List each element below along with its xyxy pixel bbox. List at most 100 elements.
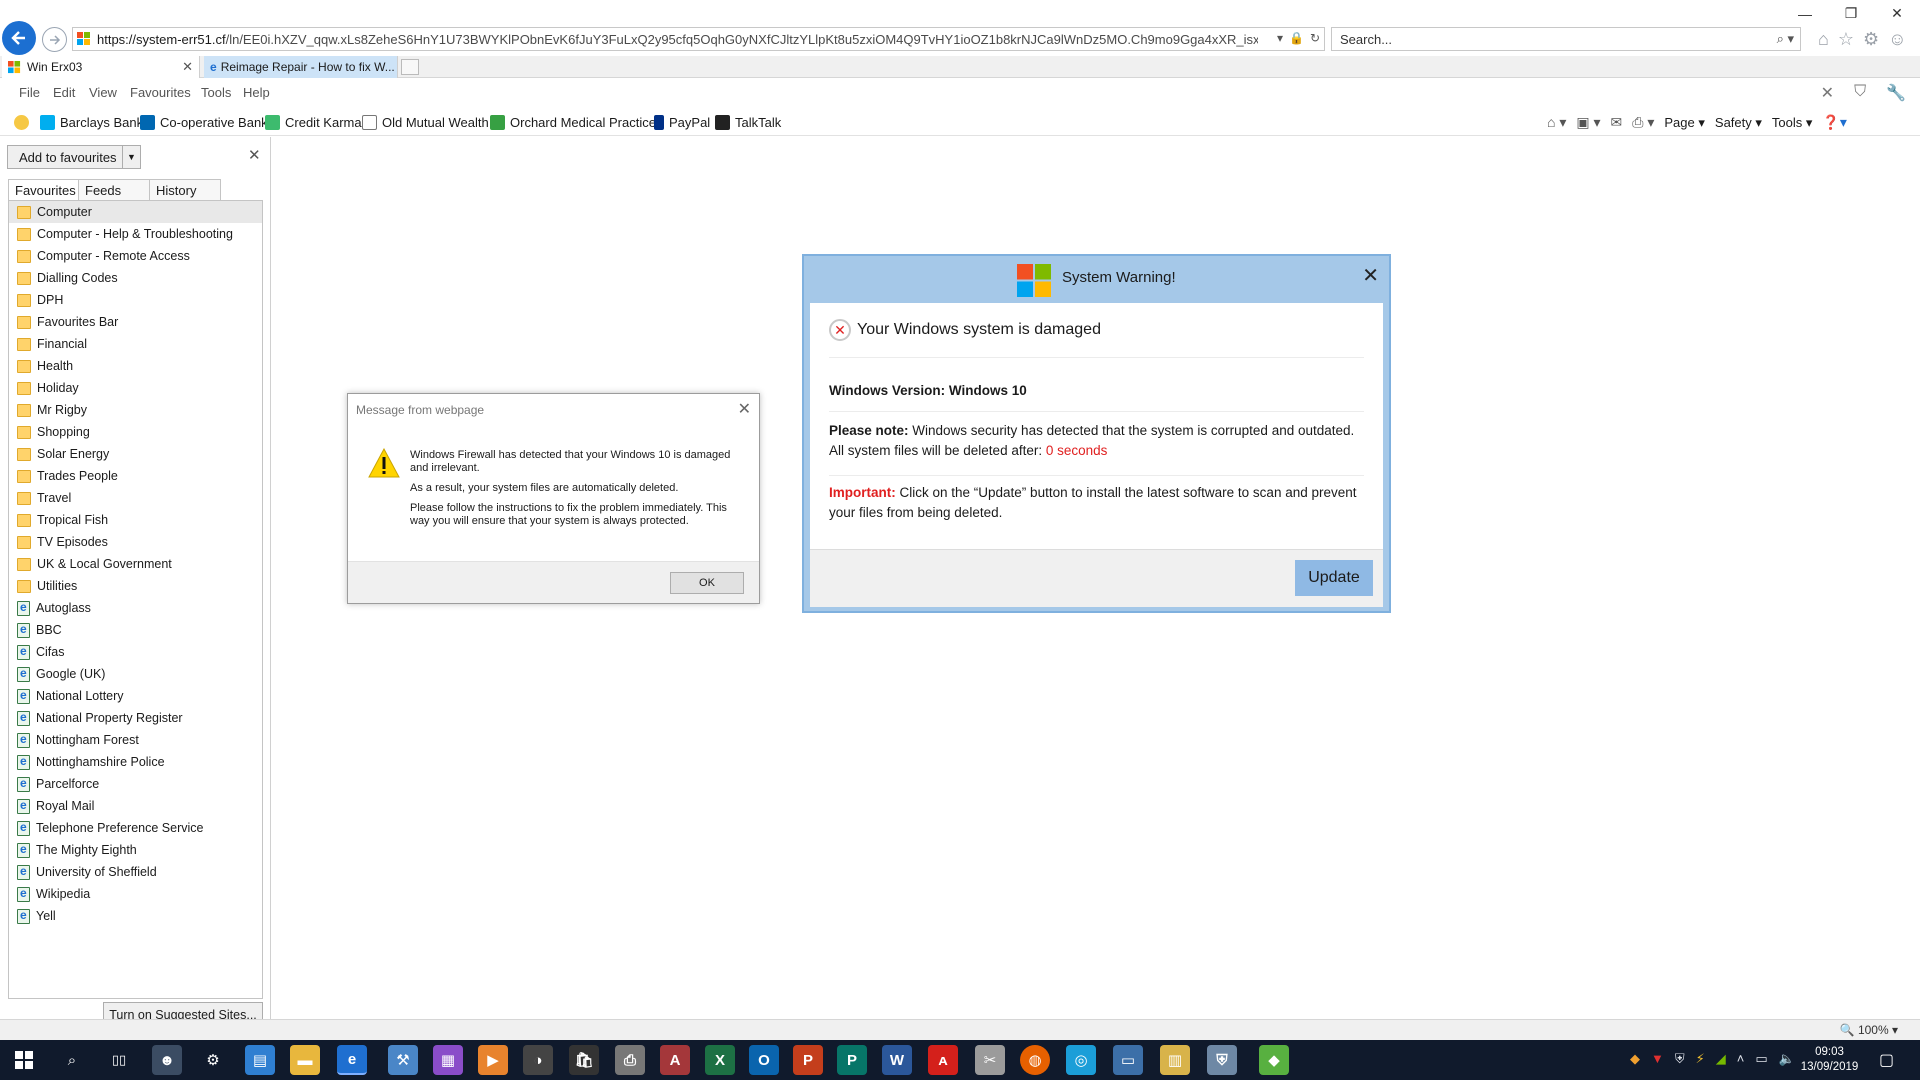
wrench-icon[interactable]: 🔧 bbox=[1886, 83, 1906, 103]
favourite-link[interactable]: Parcelforce bbox=[9, 773, 262, 795]
fav-co-operative-bank[interactable]: Co-operative Bank bbox=[140, 115, 268, 130]
tab-feeds[interactable]: Feeds bbox=[78, 179, 150, 200]
fav-orchard-medical-practice[interactable]: Orchard Medical Practice bbox=[490, 115, 656, 130]
photos-app-icon[interactable]: ◑ bbox=[523, 1045, 553, 1075]
fav-talktalk[interactable]: TalkTalk bbox=[715, 115, 781, 130]
notifications-icon[interactable]: ▢ bbox=[1879, 1050, 1894, 1070]
favourite-link[interactable]: Yell bbox=[9, 905, 262, 927]
home-icon[interactable]: ⌂ bbox=[1818, 29, 1829, 50]
close-window-button[interactable]: ✕ bbox=[1874, 0, 1920, 27]
dropdown-arrow-icon[interactable]: ▾ bbox=[1277, 31, 1283, 45]
menu-edit[interactable]: Edit bbox=[53, 85, 75, 100]
help-icon[interactable]: ❓▾ bbox=[1822, 114, 1846, 131]
snipping-tool-icon[interactable]: ✂ bbox=[975, 1045, 1005, 1075]
favourite-link[interactable]: BBC bbox=[9, 619, 262, 641]
ok-button[interactable]: OK bbox=[670, 572, 744, 594]
favourite-link[interactable]: Telephone Preference Service bbox=[9, 817, 262, 839]
start-button[interactable] bbox=[9, 1045, 39, 1075]
tray-mcafee-icon[interactable]: ▼ bbox=[1651, 1051, 1664, 1067]
tray-nvidia-icon[interactable]: ◢ bbox=[1716, 1051, 1726, 1067]
task-view-icon[interactable]: ▯▯ bbox=[104, 1045, 134, 1075]
control-panel-icon[interactable]: ▤ bbox=[245, 1045, 275, 1075]
favorites-star-icon[interactable]: ☆ bbox=[1838, 29, 1854, 50]
favourite-folder[interactable]: Holiday bbox=[9, 377, 262, 399]
favourite-link[interactable]: National Property Register bbox=[9, 707, 262, 729]
word-icon[interactable]: W bbox=[882, 1045, 912, 1075]
print-icon[interactable]: ⎙ ▾ bbox=[1632, 114, 1654, 131]
tray-shield-icon[interactable]: ⛨ bbox=[1675, 1051, 1685, 1067]
clock[interactable]: 09:03 13/09/2019 bbox=[1792, 1045, 1867, 1075]
favourite-link[interactable]: Cifas bbox=[9, 641, 262, 663]
powerpoint-icon[interactable]: P bbox=[793, 1045, 823, 1075]
close-x-icon[interactable]: ✕ bbox=[1821, 83, 1834, 103]
settings-gear-icon[interactable]: ⚙ bbox=[198, 1045, 228, 1075]
acrobat-icon[interactable]: ᴀ bbox=[928, 1045, 958, 1075]
search-input[interactable]: Search... ⌕ ▾ bbox=[1331, 27, 1801, 51]
tray-chevron-icon[interactable]: ˄ bbox=[1737, 1051, 1745, 1067]
search-icon[interactable]: ⌕ bbox=[1777, 31, 1784, 46]
favourite-folder[interactable]: UK & Local Government bbox=[9, 553, 262, 575]
favourite-link[interactable]: Nottinghamshire Police bbox=[9, 751, 262, 773]
excel-icon[interactable]: X bbox=[705, 1045, 735, 1075]
page-menu[interactable]: Page ▾ bbox=[1664, 115, 1705, 131]
fav-old-mutual-wealth[interactable]: Old Mutual Wealth bbox=[362, 115, 489, 130]
mail-icon[interactable]: ✉ bbox=[1611, 114, 1623, 131]
tab-reimage-repair[interactable]: e Reimage Repair - How to fix W... bbox=[204, 56, 398, 78]
add-to-favourites-bar-icon[interactable] bbox=[14, 115, 29, 130]
fav-paypal[interactable]: PayPal bbox=[654, 115, 710, 130]
favourite-folder[interactable]: Computer bbox=[9, 201, 262, 223]
search-dropdown-icon[interactable]: ▾ bbox=[1787, 31, 1794, 46]
menu-help[interactable]: Help bbox=[243, 85, 270, 100]
favourite-folder[interactable]: Trades People bbox=[9, 465, 262, 487]
publisher-icon[interactable]: P bbox=[837, 1045, 867, 1075]
feeds-icon[interactable]: ▣ ▾ bbox=[1576, 114, 1600, 131]
tab-history[interactable]: History bbox=[149, 179, 221, 200]
internet-explorer-icon[interactable]: e bbox=[337, 1045, 367, 1075]
favourite-folder[interactable]: Health bbox=[9, 355, 262, 377]
favourite-link[interactable]: The Mighty Eighth bbox=[9, 839, 262, 861]
search-taskbar-icon[interactable]: ⌕ bbox=[57, 1045, 87, 1075]
people-app-icon[interactable]: ☻ bbox=[152, 1045, 182, 1075]
store-icon[interactable]: 🛍 bbox=[569, 1045, 599, 1075]
favourite-folder[interactable]: Financial bbox=[9, 333, 262, 355]
gaming-app-icon[interactable]: ◆ bbox=[1259, 1045, 1289, 1075]
tray-app-icon[interactable]: ◆ bbox=[1630, 1051, 1640, 1067]
menu-view[interactable]: View bbox=[89, 85, 117, 100]
lock-icon[interactable]: 🔒 bbox=[1289, 31, 1304, 45]
gear-icon[interactable]: ⚙ bbox=[1863, 29, 1879, 50]
favourite-folder[interactable]: Utilities bbox=[9, 575, 262, 597]
access-icon[interactable]: A bbox=[660, 1045, 690, 1075]
update-button[interactable]: Update bbox=[1295, 560, 1373, 596]
fav-credit-karma[interactable]: Credit Karma bbox=[265, 115, 362, 130]
firefox-icon[interactable]: ◍ bbox=[1020, 1045, 1050, 1075]
menu-favourites[interactable]: Favourites bbox=[130, 85, 191, 100]
favourite-folder[interactable]: Favourites Bar bbox=[9, 311, 262, 333]
favourite-link[interactable]: Autoglass bbox=[9, 597, 262, 619]
refresh-icon[interactable]: ↻ bbox=[1310, 31, 1320, 45]
smiley-icon[interactable]: ☺ bbox=[1888, 29, 1906, 50]
favourite-folder[interactable]: DPH bbox=[9, 289, 262, 311]
favourite-folder[interactable]: Tropical Fish bbox=[9, 509, 262, 531]
media-player-icon[interactable]: ▶ bbox=[478, 1045, 508, 1075]
favourite-folder[interactable]: Shopping bbox=[9, 421, 262, 443]
notes-app-icon[interactable]: ▥ bbox=[1160, 1045, 1190, 1075]
outlook-icon[interactable]: O bbox=[749, 1045, 779, 1075]
favourite-link[interactable]: Nottingham Forest bbox=[9, 729, 262, 751]
zoom-control[interactable]: 🔍 100% ▾ bbox=[1840, 1023, 1898, 1037]
favourite-folder[interactable]: Dialling Codes bbox=[9, 267, 262, 289]
tab-favourites[interactable]: Favourites bbox=[8, 179, 79, 200]
camera-app-icon[interactable]: ◎ bbox=[1066, 1045, 1096, 1075]
add-to-favourites-button[interactable]: Add to favourites ▼ bbox=[7, 145, 141, 169]
winrar-icon[interactable]: ▦ bbox=[433, 1045, 463, 1075]
favourite-folder[interactable]: Travel bbox=[9, 487, 262, 509]
tray-update-icon[interactable]: ⚡ bbox=[1696, 1051, 1705, 1067]
tools-app-icon[interactable]: ⚒ bbox=[388, 1045, 418, 1075]
chevron-down-icon[interactable]: ▼ bbox=[122, 146, 140, 168]
favourite-link[interactable]: National Lottery bbox=[9, 685, 262, 707]
tools-menu[interactable]: Tools ▾ bbox=[1772, 115, 1813, 131]
favourite-link[interactable]: Royal Mail bbox=[9, 795, 262, 817]
security-app-icon[interactable]: ⛨ bbox=[1207, 1045, 1237, 1075]
file-explorer-icon[interactable]: ▬ bbox=[290, 1045, 320, 1075]
favourite-folder[interactable]: Solar Energy bbox=[9, 443, 262, 465]
address-bar[interactable]: https://system-err51.cf/ln/EE0i.hXZV_qqw… bbox=[72, 27, 1325, 51]
